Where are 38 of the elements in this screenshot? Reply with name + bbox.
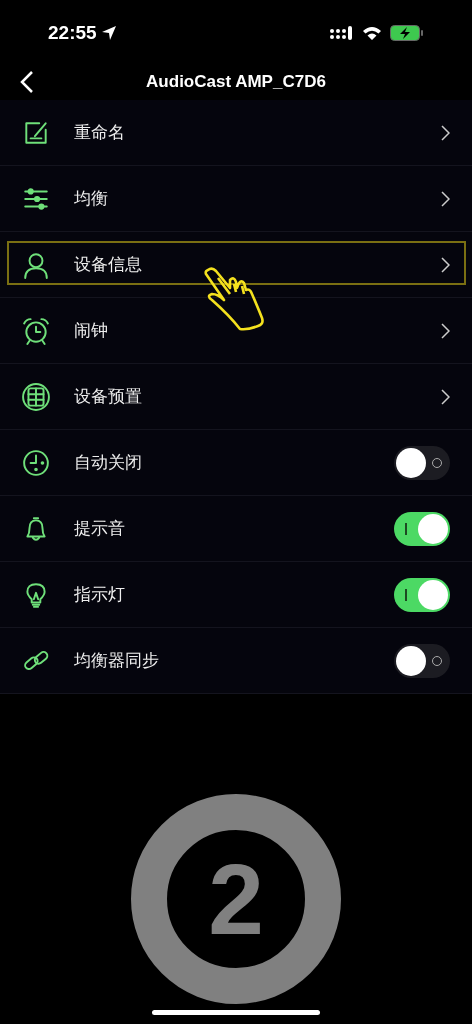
- row-label: 重命名: [74, 121, 126, 144]
- chevron-right-icon: [441, 256, 450, 273]
- settings-row[interactable]: 均衡: [0, 166, 472, 232]
- chevron-right-icon: [441, 322, 450, 339]
- toggle-switch[interactable]: [394, 577, 450, 612]
- signal-icon: [330, 26, 354, 40]
- toggle-switch[interactable]: [394, 445, 450, 480]
- chevron-right-icon: [441, 388, 450, 405]
- chevron-right-icon: [441, 190, 450, 207]
- settings-row[interactable]: 设备预置: [0, 364, 472, 430]
- settings-row[interactable]: 指示灯: [0, 562, 472, 628]
- settings-row[interactable]: 均衡器同步: [0, 628, 472, 694]
- row-label: 设备预置: [74, 385, 143, 408]
- row-label: 设备信息: [74, 253, 143, 276]
- row-label: 均衡: [74, 187, 109, 210]
- alarm-clock-icon: [22, 316, 50, 345]
- screen-title: AudioCast AMP_C7D6: [146, 71, 326, 94]
- row-label: 自动关闭: [74, 451, 143, 474]
- clock-icon: [22, 448, 50, 477]
- step-badge: 2: [131, 794, 341, 1004]
- row-label: 指示灯: [74, 583, 126, 606]
- settings-row[interactable]: 闹钟: [0, 298, 472, 364]
- person-icon: [22, 250, 50, 279]
- preset-grid-icon: [22, 382, 50, 411]
- battery-charging-icon: [390, 25, 424, 41]
- chevron-right-icon: [441, 124, 450, 141]
- location-icon: [100, 25, 117, 41]
- settings-row[interactable]: 提示音: [0, 496, 472, 562]
- settings-row[interactable]: 自动关闭: [0, 430, 472, 496]
- row-label: 闹钟: [74, 319, 109, 342]
- back-icon[interactable]: [20, 70, 34, 94]
- row-label: 提示音: [74, 517, 126, 540]
- toggle-switch[interactable]: [394, 643, 450, 678]
- status-time: 22:55: [48, 20, 97, 45]
- row-label: 均衡器同步: [74, 649, 160, 672]
- toggle-switch[interactable]: [394, 511, 450, 546]
- settings-row[interactable]: 重命名: [0, 100, 472, 166]
- wifi-icon: [362, 26, 382, 40]
